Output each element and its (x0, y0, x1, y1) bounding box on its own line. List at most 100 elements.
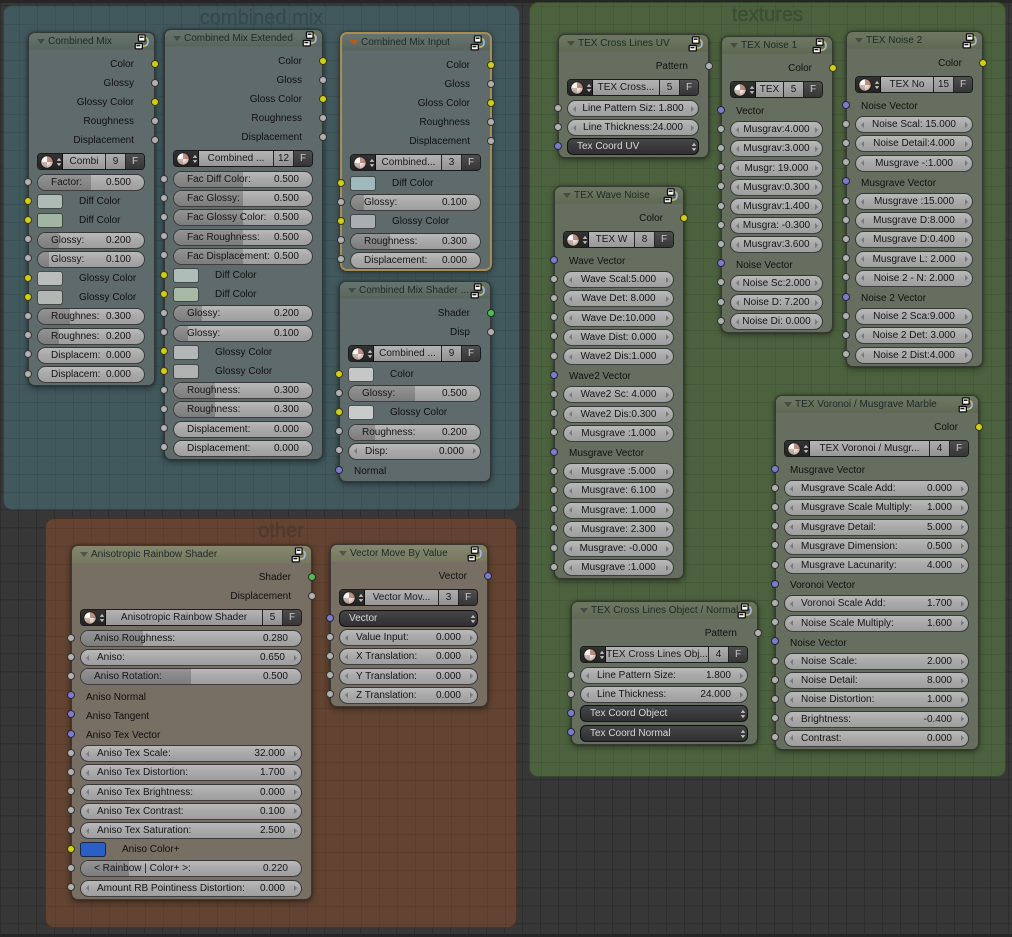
fake-user-button[interactable]: F (294, 151, 312, 166)
decrement-arrow-icon[interactable] (790, 659, 793, 665)
material-sphere-icon[interactable] (731, 82, 756, 97)
increment-arrow-icon[interactable] (961, 563, 964, 569)
increment-arrow-icon[interactable] (294, 808, 297, 814)
number-field[interactable]: Noise Scal: 15.000 (855, 116, 973, 133)
number-field[interactable]: Musgrave Scale Multiply:1.000 (784, 499, 969, 516)
socket-input-yellow[interactable] (24, 216, 32, 224)
fake-user-button[interactable]: F (462, 346, 480, 361)
socket-input-gray[interactable] (24, 331, 32, 339)
socket-output-purple[interactable] (484, 572, 492, 580)
socket-input-gray[interactable] (771, 714, 779, 722)
number-field[interactable]: Aniso Tex Distortion:1.700 (80, 764, 302, 781)
decrement-arrow-icon[interactable] (790, 524, 793, 530)
socket-input-gray[interactable] (24, 235, 32, 243)
socket-input-gray[interactable] (550, 524, 558, 532)
material-sphere-icon[interactable] (785, 441, 810, 456)
number-field[interactable]: Musgra: -0.300 (730, 217, 823, 234)
slider-field[interactable]: Roughness:0.300 (173, 382, 313, 399)
socket-input-gray[interactable] (24, 350, 32, 358)
color-swatch[interactable] (80, 842, 106, 857)
slider-field[interactable]: Fac Roughness:0.500 (173, 229, 313, 246)
node-tex-wave-noise[interactable]: TEX Wave Noise Color TEX W8FWave VectorW… (554, 186, 684, 579)
socket-input-gray[interactable] (717, 278, 725, 286)
node-combined-mix-input[interactable]: Combined Mix Input ColorGlossGloss Color… (340, 32, 492, 271)
node-group-selector[interactable]: TEX No15F (855, 76, 973, 93)
socket-input-gray[interactable] (326, 633, 334, 641)
number-field[interactable]: Noise Di: 0.000 (730, 313, 823, 330)
socket-input-gray[interactable] (335, 446, 343, 454)
node-combined-mix-shader[interactable]: Combined Mix Shader ... ShaderDisp Combi… (339, 281, 491, 482)
number-field[interactable]: Wave De:10.000 (563, 310, 674, 327)
group-user-count[interactable]: 15 (934, 77, 954, 92)
group-user-count[interactable]: 12 (274, 151, 294, 166)
socket-input-gray[interactable] (550, 409, 558, 417)
node-header[interactable]: Anisotropic Rainbow Shader (72, 546, 311, 563)
slider-field[interactable]: Roughnes:0.300 (37, 308, 145, 325)
decrement-arrow-icon[interactable] (345, 654, 348, 660)
socket-input-yellow[interactable] (67, 845, 75, 853)
slider-field[interactable]: Aniso Roughness:0.280 (80, 630, 302, 647)
socket-output-gray[interactable] (308, 592, 316, 600)
increment-arrow-icon[interactable] (961, 601, 964, 607)
number-field[interactable]: Amount RB Pointiness Distortion:0.000 (80, 880, 302, 897)
socket-input-gray[interactable] (24, 312, 32, 320)
socket-output-yellow[interactable] (319, 95, 327, 103)
socket-input-yellow[interactable] (335, 408, 343, 416)
number-field[interactable]: Line Thickness:24.000 (567, 119, 699, 136)
socket-output-gray[interactable] (705, 62, 713, 70)
decrement-arrow-icon[interactable] (790, 563, 793, 569)
slider-field[interactable]: Glossy:0.100 (350, 194, 481, 211)
socket-input-gray[interactable] (550, 294, 558, 302)
socket-input-gray[interactable] (326, 652, 334, 660)
group-name-field[interactable]: Combined ... (374, 346, 442, 361)
fake-user-button[interactable]: F (680, 80, 698, 95)
node-group-selector[interactable]: Combi9F (37, 153, 145, 170)
socket-input-gray[interactable] (160, 443, 168, 451)
socket-input-gray[interactable] (567, 690, 575, 698)
socket-input-yellow[interactable] (24, 197, 32, 205)
socket-input-gray[interactable] (67, 787, 75, 795)
node-header[interactable]: TEX Cross Lines Object / Normal (572, 602, 757, 619)
number-field[interactable]: Noise Detail:8.000 (784, 672, 969, 689)
number-field[interactable]: Musgr: 19.000 (730, 160, 823, 177)
fake-user-button[interactable]: F (459, 590, 477, 605)
socket-input-yellow[interactable] (24, 293, 32, 301)
socket-input-gray[interactable] (717, 317, 725, 325)
slider-field[interactable]: Factor:0.500 (37, 174, 145, 191)
socket-input-gray[interactable] (67, 826, 75, 834)
color-swatch[interactable] (348, 367, 374, 382)
socket-output-gray[interactable] (487, 80, 495, 88)
number-field[interactable]: Wave2 Sc: 4.000 (563, 386, 674, 403)
node-group-selector[interactable]: TEX Cross Lines Obj...4F (580, 646, 748, 663)
material-sphere-icon[interactable] (856, 77, 881, 92)
socket-input-purple[interactable] (67, 691, 75, 699)
socket-input-gray[interactable] (550, 563, 558, 571)
increment-arrow-icon[interactable] (294, 789, 297, 795)
socket-input-purple[interactable] (67, 710, 75, 718)
increment-arrow-icon[interactable] (294, 751, 297, 757)
collapse-triangle-icon[interactable] (80, 552, 88, 557)
increment-arrow-icon[interactable] (961, 716, 964, 722)
slider-field[interactable]: Displacement:0.000 (173, 421, 313, 438)
number-field[interactable]: Wave2 Dis:0.300 (563, 406, 674, 423)
slider-field[interactable]: Displacement:0.000 (350, 252, 481, 269)
socket-input-gray[interactable] (67, 768, 75, 776)
socket-input-gray[interactable] (842, 216, 850, 224)
group-user-count[interactable]: 3 (439, 590, 459, 605)
number-field[interactable]: Wave Det: 8.000 (563, 290, 674, 307)
slider-field[interactable]: Displacem:0.000 (37, 347, 145, 364)
decrement-arrow-icon[interactable] (790, 620, 793, 626)
socket-input-purple[interactable] (717, 106, 725, 114)
collapse-triangle-icon[interactable] (37, 39, 45, 44)
socket-input-gray[interactable] (842, 312, 850, 320)
node-header[interactable]: Combined Mix Extended (165, 30, 322, 47)
node-combined-mix[interactable]: Combined Mix ColorGlossyGlossy ColorRoug… (28, 32, 155, 386)
group-name-field[interactable]: TEX W (589, 232, 635, 247)
number-field[interactable]: Disp:0.000 (348, 443, 481, 460)
number-field[interactable]: Noise Detail:4.000 (855, 135, 973, 152)
socket-input-gray[interactable] (842, 235, 850, 243)
socket-input-gray[interactable] (550, 428, 558, 436)
material-sphere-icon[interactable] (351, 155, 376, 170)
socket-input-yellow[interactable] (160, 290, 168, 298)
socket-input-gray[interactable] (24, 254, 32, 262)
